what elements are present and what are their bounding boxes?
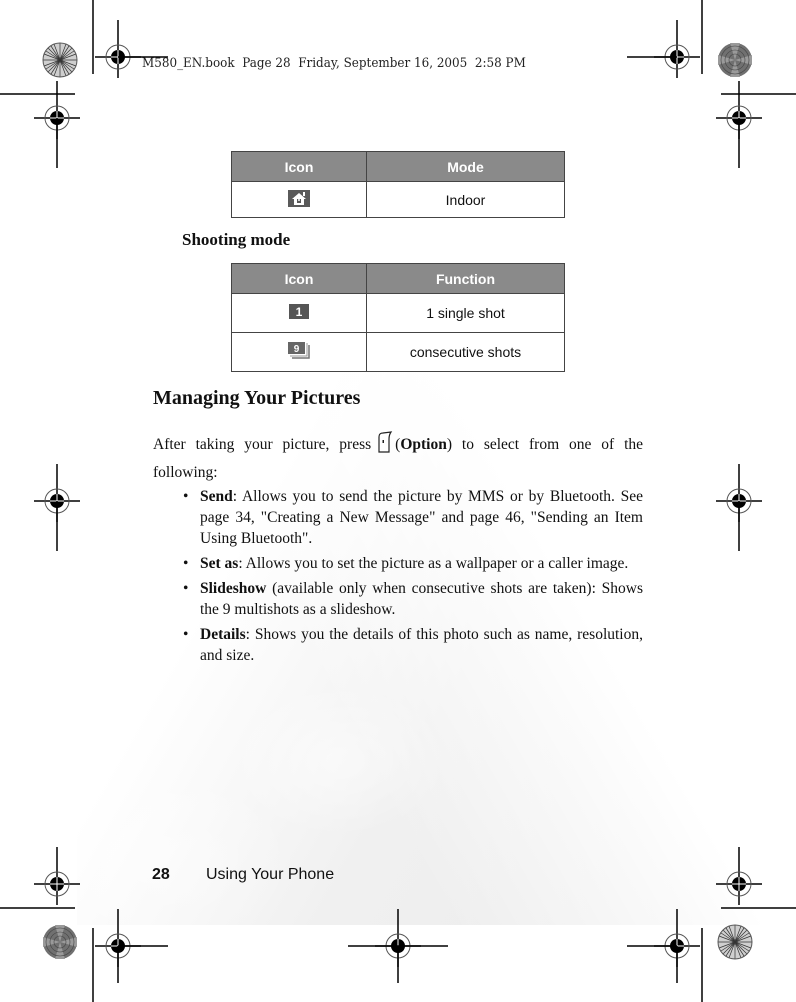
table-header-row: Icon Function xyxy=(231,263,565,294)
svg-text:1: 1 xyxy=(296,305,303,319)
function-label: consecutive shots xyxy=(366,332,565,372)
page-number: 28 xyxy=(152,866,170,883)
table-row: 1 1 single shot xyxy=(231,293,565,333)
table-header-row: Icon Mode xyxy=(231,151,565,182)
list-item: • Details: Shows you the details of this … xyxy=(183,624,643,666)
shooting-mode-table: Icon Function 1 1 single shot 9 consecut… xyxy=(231,263,565,372)
column-header-mode: Mode xyxy=(366,151,565,182)
managing-pictures-heading: Managing Your Pictures xyxy=(153,387,361,409)
bullet: • xyxy=(183,555,189,572)
option-label: Option xyxy=(400,436,447,453)
option-term: Set as xyxy=(200,555,239,572)
option-description: Shows you the details of this photo such… xyxy=(200,626,643,664)
intro-text-before: After taking your picture, press xyxy=(153,436,372,453)
option-term: Send xyxy=(200,488,233,505)
consecutive-shots-9-icon: 9 xyxy=(288,342,310,362)
column-header-icon: Icon xyxy=(231,151,367,182)
bullet: • xyxy=(183,488,189,505)
option-term: Slideshow xyxy=(200,580,267,597)
column-header-icon: Icon xyxy=(231,263,367,294)
chapter-title: Using Your Phone xyxy=(206,866,335,883)
icon-cell: 9 xyxy=(231,332,367,372)
mode-label: Indoor xyxy=(366,181,565,218)
svg-text:9: 9 xyxy=(294,344,300,355)
bullet: • xyxy=(183,580,189,597)
intro-paragraph: After taking your picture, press (Option)… xyxy=(153,431,643,485)
single-shot-1-icon: 1 xyxy=(289,304,309,322)
mode-table: Icon Mode Indoor xyxy=(231,151,565,218)
print-header: M580_EN.book Page 28 Friday, September 1… xyxy=(142,56,526,71)
indoor-house-icon xyxy=(288,189,310,210)
list-item: • Send: Allows you to send the picture by… xyxy=(183,486,643,549)
option-description: Allows you to send the picture by MMS or… xyxy=(200,488,643,547)
column-header-function: Function xyxy=(366,263,565,294)
shooting-mode-heading: Shooting mode xyxy=(182,230,291,249)
function-label: 1 single shot xyxy=(366,293,565,333)
option-term: Details xyxy=(200,626,246,643)
icon-cell xyxy=(231,181,367,218)
options-list: • Send: Allows you to send the picture by… xyxy=(183,486,643,670)
list-item: • Set as: Allows you to set the picture a… xyxy=(183,553,643,574)
list-item: • Slideshow (available only when consecut… xyxy=(183,578,643,620)
table-row: Indoor xyxy=(231,181,565,218)
icon-cell: 1 xyxy=(231,293,367,333)
option-description: Allows you to set the picture as a wallp… xyxy=(242,555,629,572)
table-row: 9 consecutive shots xyxy=(231,332,565,372)
bullet: • xyxy=(183,626,189,643)
left-soft-key-icon xyxy=(377,431,393,461)
option-description: (available only when consecutive shots a… xyxy=(200,580,643,618)
